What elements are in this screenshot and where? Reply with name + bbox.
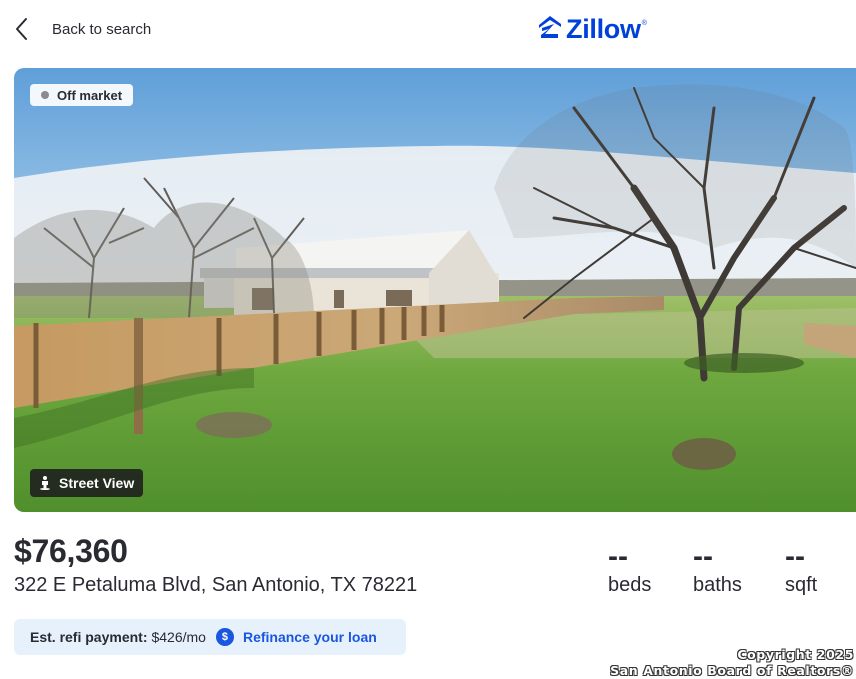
off-market-badge: Off market [30, 84, 134, 106]
refi-payment-banner: Est. refi payment: $426/mo $ Refinance y… [14, 619, 406, 655]
baths-label: baths [693, 574, 742, 596]
top-bar: Back to search Zillow ® [0, 0, 856, 60]
fact-beds: -- beds [608, 540, 651, 597]
fact-sqft: -- sqft [785, 540, 817, 597]
fact-baths: -- baths [693, 540, 742, 597]
back-to-search-button[interactable]: Back to search [14, 14, 151, 44]
copyright-notice: Copyright 2025 San Antonio Board of Real… [610, 647, 854, 679]
badge-label: Off market [57, 87, 123, 103]
zillow-house-icon [538, 15, 562, 44]
chevron-left-icon [14, 14, 42, 44]
beds-value: -- [608, 540, 628, 573]
dollar-coin-icon: $ [215, 628, 234, 646]
street-view-person-icon [39, 475, 53, 491]
street-view-button[interactable]: Street View [30, 469, 144, 497]
sqft-value: -- [785, 540, 805, 573]
listing-address: 322 E Petaluma Blvd, San Antonio, TX 782… [14, 574, 418, 596]
zillow-logo[interactable]: Zillow ® [538, 14, 647, 45]
copyright-line-2: San Antonio Board of Realtors® [610, 663, 854, 678]
listing-price: $76,360 [14, 533, 128, 569]
back-to-search-label: Back to search [52, 20, 152, 38]
refi-label: Est. refi payment: [30, 629, 148, 645]
refinance-loan-link[interactable]: Refinance your loan [243, 629, 377, 645]
copyright-line-1: Copyright 2025 [737, 647, 854, 662]
listing-photo[interactable] [14, 68, 856, 512]
status-dot-icon [41, 91, 49, 99]
beds-label: beds [608, 574, 652, 596]
refi-amount: $426/mo [151, 629, 206, 645]
street-view-label: Street View [59, 475, 135, 491]
baths-value: -- [693, 540, 713, 573]
zillow-wordmark: Zillow [566, 14, 641, 44]
registered-mark: ® [641, 20, 647, 27]
sqft-label: sqft [785, 574, 818, 596]
